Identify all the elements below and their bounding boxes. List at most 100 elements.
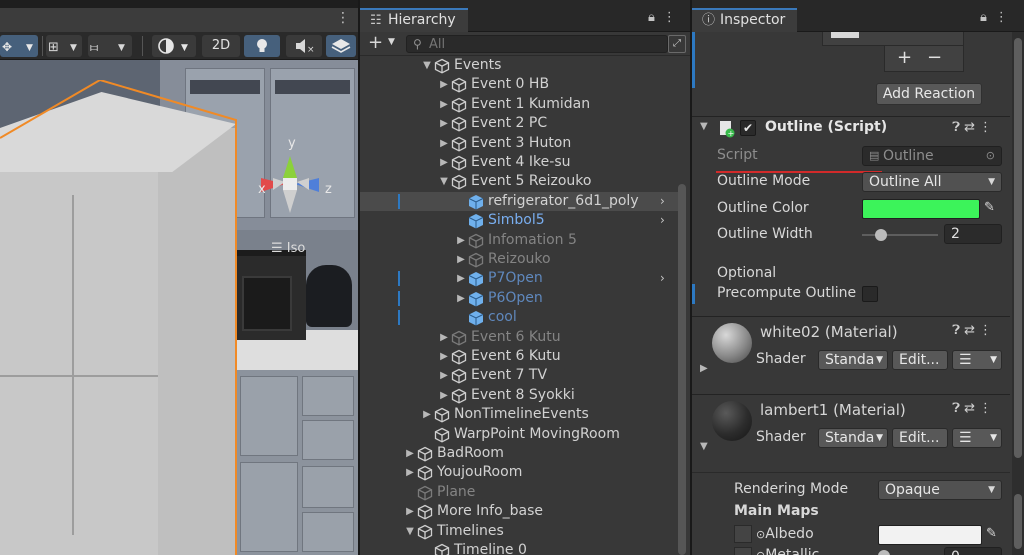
open-prefab-chevron-icon[interactable]: › [660,211,665,230]
draw-mode-button[interactable]: ▼ [152,35,196,57]
edit-shader-button[interactable]: Edit... [892,428,948,448]
outline-color-swatch[interactable] [862,199,980,219]
hierarchy-scrollbar[interactable] [678,184,686,555]
shader-dropdown[interactable]: Standa ▼ [818,428,888,448]
hierarchy-row[interactable]: WarpPoint MovingRoom [360,425,680,444]
outline-enabled-checkbox[interactable]: ✔ [740,120,756,136]
grid-snap-button[interactable]: ⊞ ▼ [46,35,82,57]
help-icon[interactable]: ❓︎ [952,120,964,135]
hierarchy-search-input[interactable] [429,36,659,52]
effects-toggle-button[interactable] [326,35,356,57]
more-icon[interactable]: ⋮ [979,401,996,416]
hierarchy-row[interactable]: Timeline 0 [360,541,680,555]
expanded-arrow-icon[interactable]: ▼ [438,172,450,191]
hierarchy-row[interactable]: ▶ Event 0 HB [360,75,680,94]
material-options-dropdown[interactable]: ☰ ▼ [952,350,1002,370]
hierarchy-row[interactable]: ▶ NonTimelineEvents [360,405,680,424]
scene-visibility-icon[interactable]: ⤢ [668,35,686,53]
hierarchy-row[interactable]: ▶ Infomation 5 [360,231,680,250]
collapsed-arrow-icon[interactable]: ▶ [455,289,467,308]
lighting-toggle-button[interactable] [244,35,280,57]
inspector-scrollbar-thumb[interactable] [1014,494,1022,549]
object-picker-icon[interactable]: ⊙ [756,528,765,541]
collapsed-arrow-icon[interactable]: ▶ [438,386,450,405]
help-icon[interactable]: ❓︎ [952,323,964,338]
2d-mode-button[interactable]: 2D [202,35,240,57]
hierarchy-row[interactable]: ▼ Events [360,56,680,75]
tab-hierarchy[interactable]: ☷ Hierarchy [360,8,468,32]
collapsed-arrow-icon[interactable]: ▶ [438,95,450,114]
outline-mode-dropdown[interactable]: Outline All ▼ [862,172,1002,192]
material-options-dropdown[interactable]: ☰ ▼ [952,428,1002,448]
metallic-texture-slot[interactable] [734,547,752,555]
lock-icon[interactable]: 🔒︎ [980,10,995,25]
hierarchy-row[interactable]: ▶ Reizouko [360,250,680,269]
collapsed-arrow-icon[interactable]: ▶ [438,366,450,385]
collapsed-arrow-icon[interactable]: ▶ [438,153,450,172]
hierarchy-row[interactable]: ▶ YoujouRoom [360,463,680,482]
tab-inspector[interactable]: ⓘ Inspector [692,8,798,32]
hierarchy-row[interactable]: ▶ P7Open › [360,269,680,288]
collapsed-arrow-icon[interactable]: ▶ [438,114,450,133]
open-prefab-chevron-icon[interactable]: › [660,269,665,288]
albedo-color-swatch[interactable] [878,525,982,545]
collapsed-arrow-icon[interactable]: ▶ [404,463,416,482]
inspector-scrollbar-thumb[interactable] [1014,38,1022,458]
collapsed-arrow-icon[interactable]: ▶ [455,231,467,250]
lock-icon[interactable]: 🔒︎ [648,10,663,25]
increment-snap-button[interactable]: ⧦ ▼ [88,35,132,57]
remove-entry-icon[interactable]: − [927,47,942,68]
chevron-down-icon[interactable]: ▼ [388,37,395,47]
collapse-icon[interactable]: ▼ [700,121,708,132]
hierarchy-row[interactable]: ▼ Timelines [360,522,680,541]
object-picker-icon[interactable]: ⊙ [986,147,995,165]
hierarchy-row[interactable]: ▶ P6Open [360,289,680,308]
collapsed-arrow-icon[interactable]: ▶ [438,347,450,366]
hierarchy-row[interactable]: ▶ More Info_base [360,502,680,521]
more-icon[interactable]: ⋮ [979,120,996,135]
eyedropper-icon[interactable]: ✎ [986,526,997,541]
collapsed-arrow-icon[interactable]: ▶ [455,250,467,269]
hierarchy-row[interactable]: cool [360,308,680,327]
collapsed-arrow-icon[interactable]: ▶ [438,75,450,94]
hierarchy-row[interactable]: refrigerator_6d1_poly › [360,191,680,211]
eyedropper-icon[interactable]: ✎ [984,200,995,215]
shader-dropdown[interactable]: Standa ▼ [818,350,888,370]
collapsed-arrow-icon[interactable]: ▶ [438,134,450,153]
hierarchy-row[interactable]: Simbol5 › [360,211,680,230]
add-reaction-button[interactable]: Add Reaction [876,83,982,105]
more-icon[interactable]: ⋮ [995,10,1016,25]
outline-width-field[interactable]: 2 [944,224,1002,244]
hierarchy-row[interactable]: ▶ Event 7 TV [360,366,680,385]
precompute-outline-checkbox[interactable] [862,286,878,302]
preset-icon[interactable]: ⇄ [964,323,979,338]
scene-more-icon[interactable]: ⋮ [336,10,350,28]
metallic-slider-knob[interactable] [878,550,890,555]
collapsed-arrow-icon[interactable]: ▶ [421,405,433,424]
more-icon[interactable]: ⋮ [663,10,684,25]
collapsed-arrow-icon[interactable]: ▶ [404,502,416,521]
expanded-arrow-icon[interactable]: ▼ [421,56,433,75]
collapsed-arrow-icon[interactable]: ▶ [438,328,450,347]
gizmo-tool-button[interactable]: ✥ ▼ [0,35,38,57]
preset-icon[interactable]: ⇄ [964,120,979,135]
hierarchy-row[interactable]: ▶ Event 6 Kutu [360,347,680,366]
open-prefab-chevron-icon[interactable]: › [660,192,665,211]
hierarchy-row[interactable]: ▶ Event 1 Kumidan [360,95,680,114]
collapsed-arrow-icon[interactable]: ▶ [455,269,467,288]
hierarchy-row[interactable]: ▶ Event 6 Kutu [360,328,680,347]
collapsed-arrow-icon[interactable]: ▶ [404,444,416,463]
expanded-arrow-icon[interactable]: ▼ [404,522,416,541]
preset-icon[interactable]: ⇄ [964,401,979,416]
more-icon[interactable]: ⋮ [979,323,996,338]
scene-viewport[interactable]: y x z ☰ Iso [0,60,358,555]
inspector-scrollbar[interactable] [1012,32,1024,555]
rendering-mode-dropdown[interactable]: Opaque ▼ [878,480,1002,500]
hierarchy-row[interactable]: ▶ Event 4 Ike-su [360,153,680,172]
outline-component-header[interactable]: ▼ + ✔ Outline (Script) ❓︎⇄⋮ [692,116,1010,140]
hierarchy-row[interactable]: ▶ Event 2 PC [360,114,680,133]
object-picker-icon[interactable]: ⊙ [756,549,765,555]
hierarchy-row[interactable]: ▶ Event 3 Huton [360,134,680,153]
outline-width-slider[interactable] [862,234,938,236]
hierarchy-search[interactable]: ⚲ [406,35,668,53]
